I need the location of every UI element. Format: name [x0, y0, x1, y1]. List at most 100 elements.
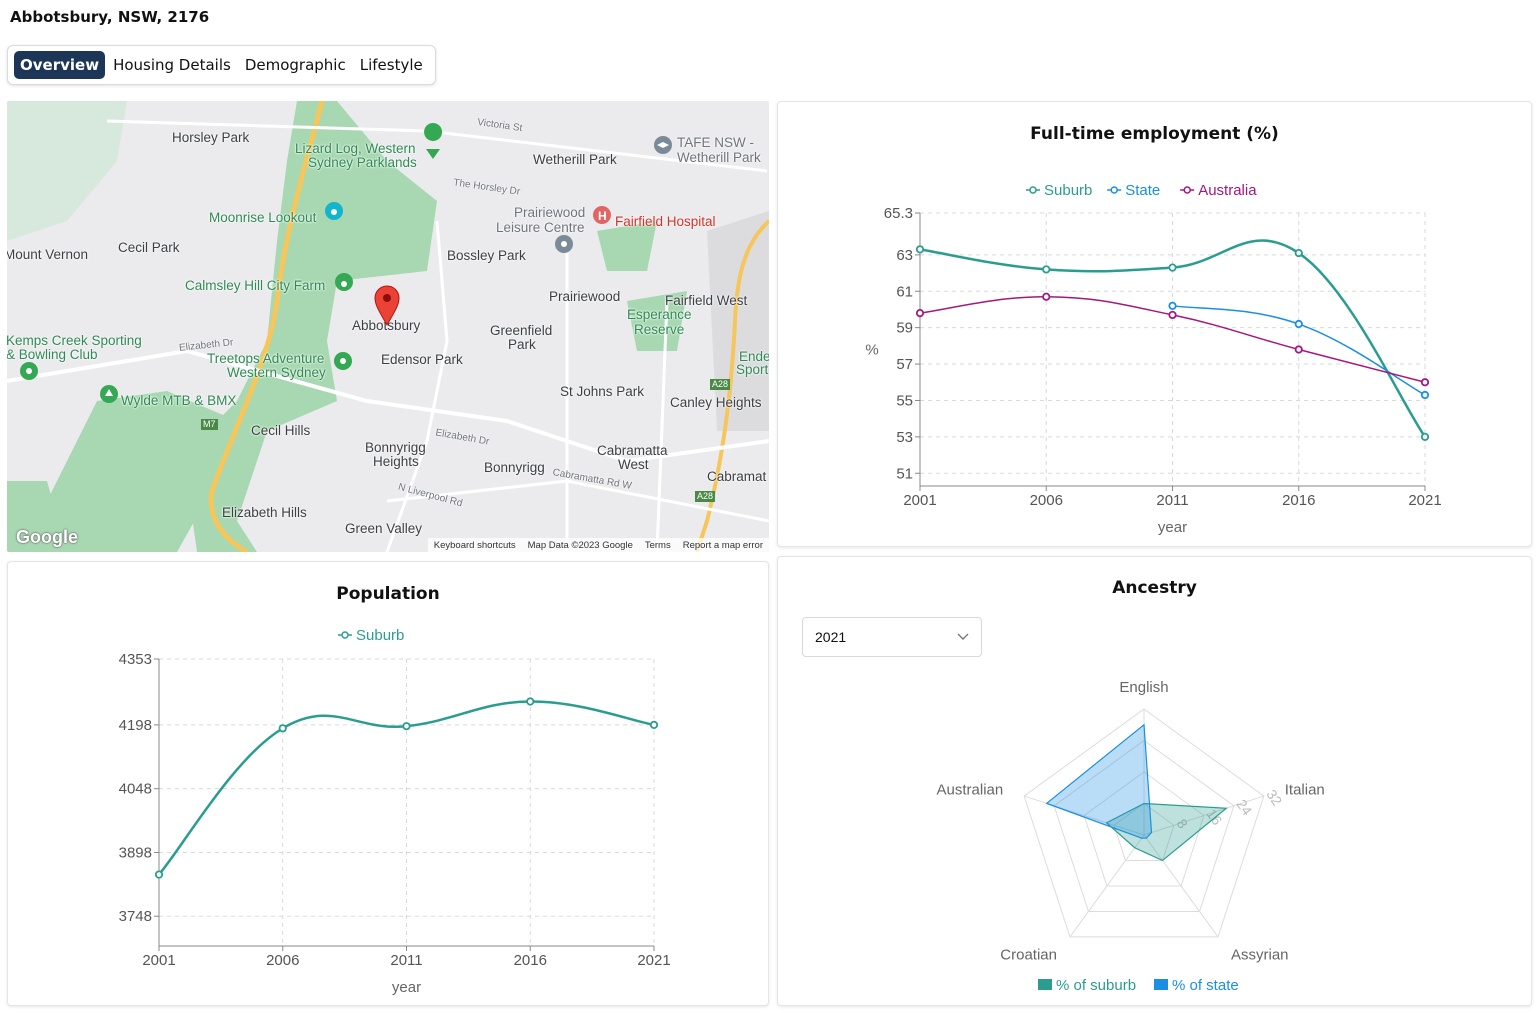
map-label-kemps-creek-2: & Bowling Club — [7, 347, 98, 362]
map-label-prairiewood: Prairiewood — [549, 289, 621, 304]
x-tick-label: 2001 — [903, 492, 936, 509]
map-label-cecil-hills: Cecil Hills — [251, 423, 311, 438]
data-point — [526, 697, 535, 706]
population-card: Population 3748 3898 4048 4198 4353 2001 2006 2… — [7, 561, 769, 1006]
data-point — [402, 722, 411, 731]
page-title: Abbotsbury, NSW, 2176 — [10, 8, 210, 26]
map-label-bonnyrigg-heights-2: Heights — [373, 454, 419, 469]
x-tick-label: 2001 — [142, 952, 175, 969]
x-tick-label: 2021 — [1408, 492, 1441, 509]
y-tick-label: 61 — [896, 283, 913, 300]
y-tick-label: 3898 — [119, 844, 152, 861]
x-tick-label: 2011 — [390, 952, 422, 969]
map-label-canley-heights: Canley Heights — [670, 395, 762, 410]
map-label-greenfield: Greenfield — [490, 323, 553, 338]
map-label-elizabeth-hills: Elizabeth Hills — [222, 505, 307, 520]
legend-item: Suburb — [1026, 182, 1092, 199]
data-point — [1294, 345, 1303, 354]
tab-bar: Overview Housing Details Demographic Lif… — [7, 45, 436, 85]
legend-marker — [341, 631, 349, 639]
radar-indicator-label: Italian — [1285, 781, 1325, 798]
data-point — [1168, 263, 1177, 272]
legend-marker — [1029, 186, 1037, 194]
x-tick-label: 2016 — [1282, 492, 1315, 509]
map-label-prairiewood-leisure-2: Leisure Centre — [496, 220, 585, 235]
data-point — [1168, 301, 1177, 310]
data-point — [915, 245, 925, 254]
y-tick-label: 4048 — [119, 781, 152, 798]
google-logo[interactable]: Google — [16, 527, 78, 548]
x-tick-label: 2021 — [637, 952, 670, 969]
data-point — [1420, 390, 1430, 400]
legend-label: State — [1125, 182, 1160, 199]
tab-lifestyle[interactable]: Lifestyle — [354, 51, 429, 79]
radar-indicator-label: English — [1119, 679, 1168, 696]
map-label-horsley-park: Horsley Park — [172, 130, 250, 145]
map-label-wylde: Wylde MTB & BMX — [121, 393, 237, 408]
radar-indicator-label: Assyrian — [1231, 947, 1289, 964]
y-axis-label: % — [865, 342, 878, 359]
employment-chart: 51 53 55 57 59 61 63 65.3 2001 2006 2011 2016 2021 ye… — [865, 182, 1441, 536]
employment-card: Full-time employment (%) 51 53 55 57 59 61 63 6… — [777, 101, 1532, 547]
legend-label: % of suburb — [1056, 977, 1136, 994]
y-tick-label: 4353 — [119, 651, 152, 668]
tab-demographic[interactable]: Demographic — [239, 51, 352, 79]
map-label-treetops: Treetops Adventure — [207, 351, 325, 366]
data-point — [1294, 319, 1303, 329]
ancestry-card: Ancestry 2021 English Italian Assyrian Croa… — [777, 556, 1532, 1006]
map-label-greenfield-2: Park — [508, 337, 536, 352]
map-label-bossley-park: Bossley Park — [447, 248, 526, 263]
tab-housing-details[interactable]: Housing Details — [107, 51, 237, 79]
y-tick-label: 55 — [896, 392, 913, 409]
keyboard-shortcuts-link[interactable]: Keyboard shortcuts — [434, 540, 516, 551]
x-tick-label: 2006 — [266, 952, 299, 969]
map-label-m7: M7 — [201, 419, 218, 430]
x-axis-label: year — [392, 979, 421, 996]
map-label-st-johns-park: St Johns Park — [560, 384, 645, 399]
legend-label: Suburb — [1044, 182, 1092, 199]
legend-item: % of state — [1154, 977, 1239, 994]
data-point — [1294, 248, 1303, 258]
legend-label: Suburb — [356, 627, 404, 644]
map-label-tafe: TAFE NSW - — [677, 135, 754, 150]
legend-swatch — [1154, 979, 1168, 990]
legend-label: % of state — [1172, 977, 1239, 994]
legend-swatch — [1038, 979, 1052, 990]
map-label-bonnyrigg: Bonnyrigg — [484, 460, 545, 475]
map-label-green-valley: Green Valley — [345, 521, 423, 536]
y-tick-label: 51 — [896, 465, 913, 482]
y-tick-label: 57 — [896, 356, 913, 373]
y-tick-label: 63 — [896, 247, 913, 264]
tab-overview[interactable]: Overview — [14, 51, 106, 79]
location-map[interactable]: Horsley Park Lizard Log, Western Sydney … — [7, 101, 769, 552]
map-label-tafe-2: Wetherill Park — [677, 150, 761, 165]
legend-label: Australia — [1198, 182, 1257, 199]
report-map-error-link[interactable]: Report a map error — [683, 540, 763, 551]
population-chart: 3748 3898 4048 4198 4353 2001 2006 2011 2016 2021… — [119, 627, 671, 996]
data-point — [1420, 378, 1430, 387]
map-label-prairiewood-leisure: Prairiewood — [514, 205, 586, 220]
x-tick-label: 2006 — [1030, 492, 1063, 509]
map-label-cabramatta: Cabramat — [707, 469, 767, 484]
map-data-text: Map Data ©2023 Google — [527, 539, 633, 551]
x-axis-label: year — [1158, 519, 1187, 536]
map-label-lizard-log-2: Sydney Parklands — [308, 155, 417, 170]
data-point — [649, 720, 659, 730]
map-label-lizard-log: Lizard Log, Western — [295, 141, 416, 156]
legend-item: State — [1107, 182, 1160, 199]
legend-item: % of suburb — [1038, 977, 1136, 994]
ancestry-radar-chart: English Italian Assyrian Croatian Australian… — [937, 679, 1325, 994]
map-label-moonrise: Moonrise Lookout — [209, 210, 317, 225]
map-label-cecil-park: Cecil Park — [118, 240, 180, 255]
data-point — [1042, 265, 1051, 274]
terms-link[interactable]: Terms — [645, 540, 671, 551]
map-label-kemps-creek: Kemps Creek Sporting — [7, 333, 142, 348]
radar-indicator-label: Australian — [937, 781, 1004, 798]
map-label-fairfield-west: Fairfield West — [665, 293, 748, 308]
y-tick-label: 65.3 — [884, 205, 913, 222]
data-point — [154, 870, 164, 879]
radar-scale-label: 32 — [1263, 787, 1285, 809]
y-tick-label: 59 — [896, 320, 913, 337]
map-footer: Keyboard shortcuts Map Data ©2023 Google… — [427, 538, 769, 552]
map-label-esperance-2: Reserve — [634, 322, 685, 337]
